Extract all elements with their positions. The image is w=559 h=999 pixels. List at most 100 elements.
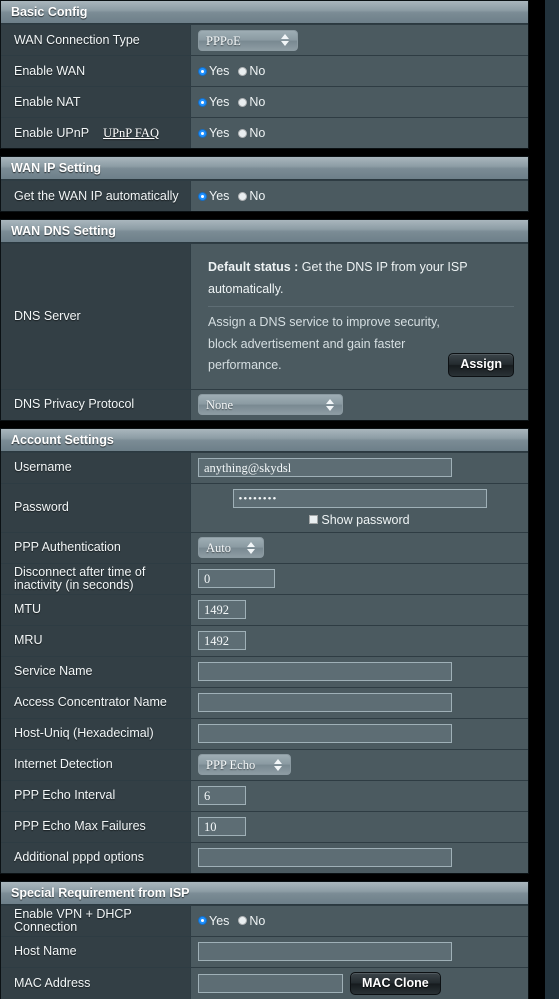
mac-clone-button[interactable]: MAC Clone [350, 971, 441, 995]
checkbox-indicator[interactable] [309, 515, 319, 524]
text-input[interactable] [198, 942, 452, 961]
row-label-text: MTU [14, 602, 42, 616]
settings-row: Additional pppd options [1, 841, 528, 873]
text-input[interactable] [198, 973, 343, 993]
radio-no-label: No [249, 64, 266, 78]
radio-yes-indicator[interactable] [198, 191, 207, 201]
row-label-host-name: Host Name [1, 936, 191, 967]
radio-no-label: No [249, 189, 266, 203]
settings-row: Username anything@skydsl [1, 451, 528, 483]
stepper-arrows-icon [274, 758, 283, 772]
text-input[interactable] [198, 724, 452, 743]
settings-row: Service Name [1, 655, 528, 687]
select-internet-detection[interactable]: PPP Echo [198, 754, 291, 775]
row-value: Default status : Get the DNS IP from you… [191, 244, 528, 389]
radio-option-no[interactable]: No [238, 64, 265, 78]
row-label-dns-privacy-protocol: DNS Privacy Protocol [1, 389, 191, 420]
radio-group: Yes No [198, 189, 265, 203]
text-input[interactable]: •••••••• [232, 488, 487, 508]
row-label-additional-pppd-options: Additional pppd options [1, 842, 191, 873]
show-password-toggle[interactable]: Show password [309, 513, 410, 527]
dns-assign-row: Assign a DNS service to improve security… [208, 312, 514, 377]
text-input[interactable] [198, 662, 452, 681]
row-label-disconnect-after-time-of-inactivity-in-s: Disconnect after time of inactivity (in … [1, 563, 191, 594]
arrow-down-icon [274, 765, 282, 771]
upnp-faq-link[interactable]: UPnP FAQ [103, 126, 159, 140]
radio-yes-indicator[interactable] [198, 66, 207, 76]
radio-no-indicator[interactable] [238, 128, 248, 138]
row-label-text: MAC Address [14, 975, 91, 990]
row-value [191, 843, 528, 873]
row-value: 0 [191, 564, 528, 594]
radio-option-yes[interactable]: Yes [198, 126, 229, 140]
select-value: Auto [206, 541, 231, 555]
row-value: Yes No [191, 118, 528, 148]
settings-row: Host-Uniq (Hexadecimal) [1, 717, 528, 749]
row-label-text: DNS Privacy Protocol [14, 397, 135, 411]
row-value: PPP Echo [191, 750, 528, 780]
settings-row: PPP Echo Max Failures 10 [1, 810, 528, 842]
radio-yes-indicator[interactable] [198, 97, 207, 107]
radio-yes-indicator[interactable] [198, 128, 207, 138]
settings-row: Get the WAN IP automatically Yes No [1, 180, 528, 211]
row-value [191, 657, 528, 687]
row-value: Yes No [191, 87, 528, 117]
settings-row: Enable UPnP UPnP FAQ Yes No [1, 117, 528, 148]
radio-no-indicator[interactable] [238, 191, 248, 201]
row-value: Auto [191, 533, 528, 563]
radio-yes-label: Yes [209, 913, 230, 928]
text-input[interactable]: 10 [198, 817, 246, 836]
radio-option-yes[interactable]: Yes [198, 914, 229, 928]
row-value: MAC Clone [191, 968, 528, 999]
radio-option-no[interactable]: No [238, 914, 265, 928]
row-label-dns-server: DNS Server [1, 244, 191, 389]
row-label-ppp-authentication: PPP Authentication [1, 532, 191, 563]
row-value: Yes No [191, 181, 528, 211]
row-label-mac-address: MAC Address [1, 967, 191, 999]
radio-option-no[interactable]: No [238, 126, 265, 140]
radio-option-yes[interactable]: Yes [198, 64, 229, 78]
arrow-up-icon [281, 34, 289, 39]
row-label-text: Host Name [14, 944, 77, 958]
settings-row: DNS Server Default status : Get the DNS I… [1, 243, 528, 389]
radio-no-indicator[interactable] [238, 97, 248, 107]
select-dns-privacy-protocol[interactable]: None [198, 394, 343, 415]
text-input[interactable]: 1492 [198, 600, 246, 619]
settings-row: MAC Address MAC Clone [1, 966, 528, 999]
settings-row: Enable WAN Yes No [1, 55, 528, 86]
text-input[interactable] [198, 693, 452, 712]
text-input[interactable] [198, 848, 452, 867]
text-input[interactable]: 0 [198, 569, 275, 588]
text-input[interactable]: 6 [198, 786, 246, 805]
settings-row: Access Concentrator Name [1, 686, 528, 718]
row-label-ppp-echo-interval: PPP Echo Interval [1, 780, 191, 811]
settings-panel: Basic Config WAN Connection Type PPPoE Enab… [0, 0, 529, 999]
settings-row: Password •••••••• Show password [1, 482, 528, 532]
select-wan-connection-type[interactable]: PPPoE [198, 29, 298, 51]
radio-no-indicator[interactable] [238, 916, 248, 925]
row-label-ppp-echo-max-failures: PPP Echo Max Failures [1, 811, 191, 842]
row-label-text: WAN Connection Type [14, 32, 140, 47]
row-value: 1492 [191, 626, 528, 656]
assign-button[interactable]: Assign [448, 353, 514, 377]
radio-option-yes[interactable]: Yes [198, 189, 229, 203]
text-input[interactable]: 1492 [198, 631, 246, 650]
input-with-button: MAC Clone [198, 971, 441, 995]
settings-row: Enable VPN + DHCP Connection Yes No [1, 904, 528, 936]
settings-row: DNS Privacy Protocol None [1, 388, 528, 420]
section-wan-ip-setting: WAN IP Setting Get the WAN IP automatical… [0, 156, 529, 212]
row-value: Yes No [191, 906, 528, 936]
row-label-text: Get the WAN IP automatically [14, 188, 179, 203]
section-header-wan-dns-setting: WAN DNS Setting [1, 220, 528, 243]
row-label-username: Username [1, 452, 191, 483]
row-label-enable-wan: Enable WAN [1, 56, 191, 86]
text-input[interactable]: anything@skydsl [198, 458, 452, 477]
radio-yes-indicator[interactable] [198, 916, 207, 925]
radio-option-yes[interactable]: Yes [198, 95, 229, 109]
select-ppp-authentication[interactable]: Auto [198, 537, 264, 558]
select-value: PPPoE [206, 33, 241, 48]
stepper-arrows-icon [247, 541, 256, 555]
radio-no-indicator[interactable] [238, 66, 248, 76]
radio-option-no[interactable]: No [238, 189, 265, 203]
radio-option-no[interactable]: No [238, 95, 265, 109]
